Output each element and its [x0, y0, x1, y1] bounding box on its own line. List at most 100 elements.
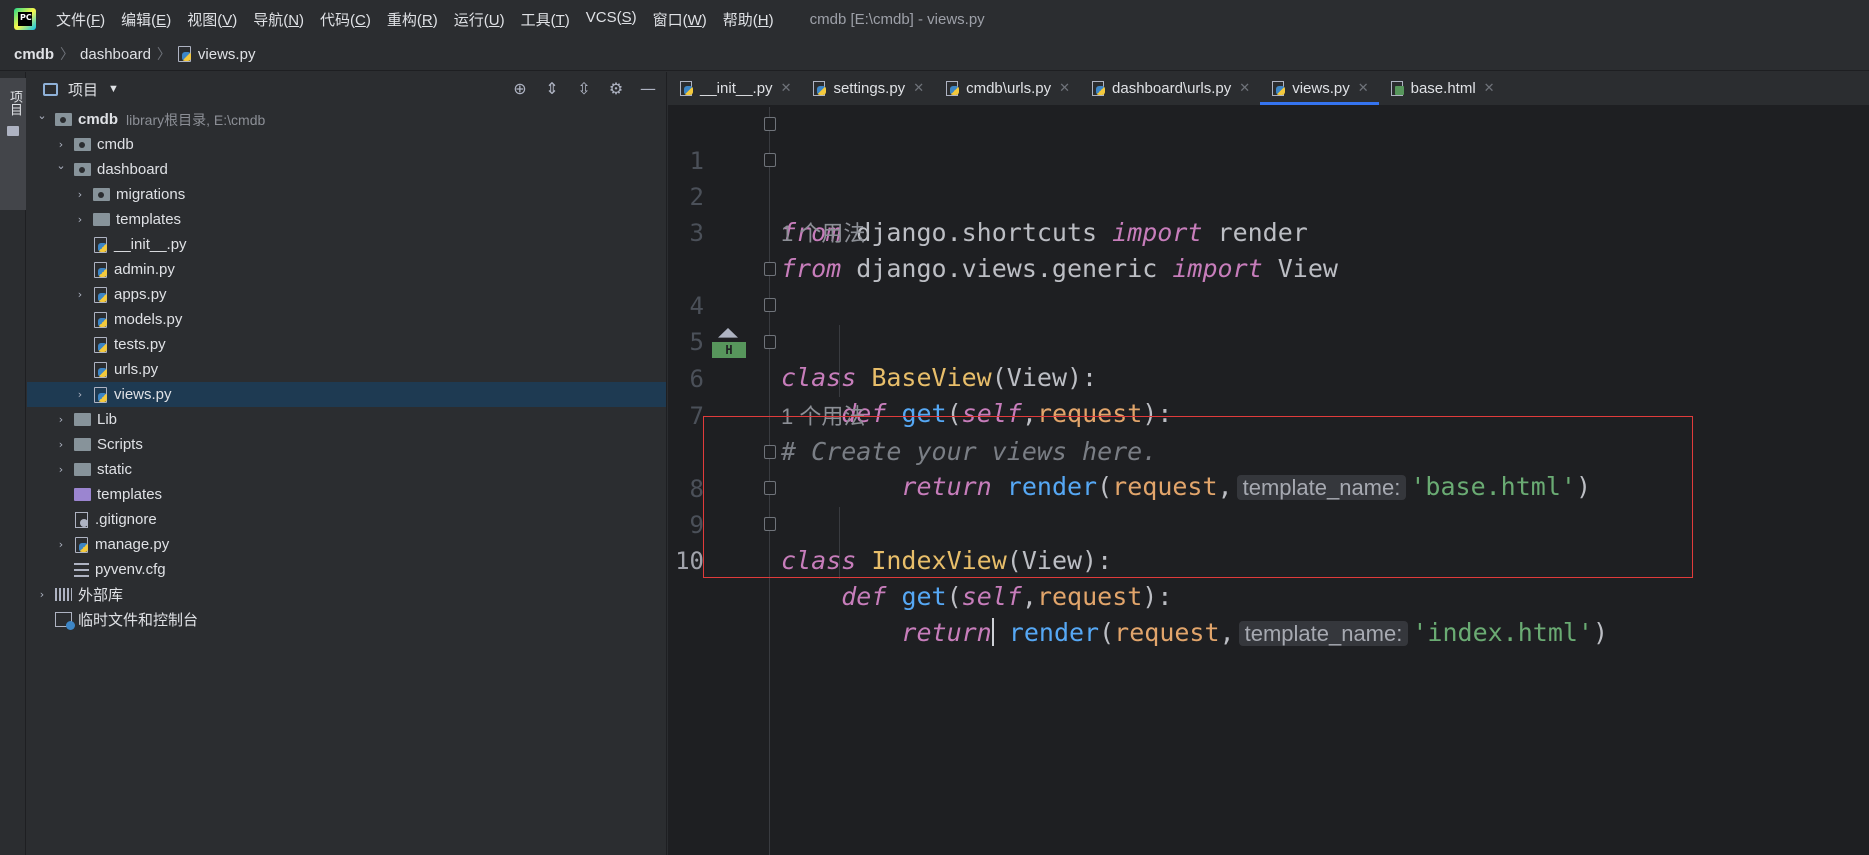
menu-item[interactable]: 工具(T) [521, 9, 570, 30]
project-tool-window-button[interactable]: 项目 [0, 78, 26, 210]
close-icon[interactable]: ✕ [1059, 81, 1070, 96]
usage-hint[interactable]: 1 个用法 [781, 399, 865, 435]
editor-tab[interactable]: settings.py ✕ [801, 72, 934, 105]
menu-item[interactable]: 编辑(E) [121, 9, 171, 30]
close-icon[interactable]: ✕ [781, 81, 792, 96]
code-line[interactable]: 2 from django.views.generic import View [668, 143, 1869, 283]
editor-tab[interactable]: __init__.py ✕ [668, 72, 801, 105]
tree-item[interactable]: ›urls.py [27, 357, 666, 382]
chevron-down-icon[interactable]: ▼ [108, 83, 119, 95]
editor-tab[interactable]: views.py ✕ [1260, 72, 1380, 105]
fold-icon[interactable] [764, 153, 776, 167]
fold-icon[interactable] [764, 335, 776, 349]
close-icon[interactable]: ✕ [1484, 81, 1495, 96]
tree-item[interactable]: ›templates [27, 207, 666, 232]
project-panel-title[interactable]: 项目 [68, 79, 98, 100]
menu-item[interactable]: 代码(C) [320, 9, 371, 30]
chevron-right-icon[interactable]: › [73, 213, 87, 226]
close-icon[interactable]: ✕ [913, 81, 924, 96]
tree-item[interactable]: › cmdb [27, 132, 666, 157]
tree-item-label: pyvenv.cfg [95, 561, 166, 578]
code-line[interactable]: 5 def get(self,request): [668, 288, 1869, 428]
tree-item[interactable]: ⌄ cmdb library根目录, E:\cmdb [27, 107, 666, 132]
parameter-inlay-hint: template_name: [1238, 621, 1409, 646]
tree-item-label: static [97, 461, 133, 478]
tree-item[interactable]: ⌄ dashboard [27, 157, 666, 182]
code-line[interactable]: 10 return render(request, template_name: '… [668, 507, 1869, 647]
tree-item[interactable]: ›pyvenv.cfg [27, 557, 666, 582]
tree-item[interactable]: › manage.py [27, 532, 666, 557]
chevron-right-icon[interactable]: › [54, 438, 68, 451]
chevron-right-icon[interactable]: › [54, 463, 68, 476]
menu-item[interactable]: 运行(U) [454, 9, 505, 30]
menu-item[interactable]: 导航(N) [253, 9, 304, 30]
chevron-right-icon[interactable]: › [54, 538, 68, 551]
chevron-right-icon[interactable]: › [54, 138, 68, 151]
usage-hint[interactable]: 1 个用法 [781, 216, 865, 252]
code-line[interactable]: 9 def get(self,request): [668, 471, 1869, 611]
pycharm-logo-icon[interactable]: PC [14, 8, 36, 30]
tree-item[interactable]: › Scripts [27, 432, 666, 457]
code-line[interactable]: 3 [668, 179, 1869, 247]
python-file-icon [93, 286, 108, 303]
tree-item[interactable]: ›models.py [27, 307, 666, 332]
tree-item[interactable]: ›__init__.py [27, 232, 666, 257]
chevron-down-icon[interactable]: ⌄ [35, 109, 49, 122]
editor-tab[interactable]: base.html ✕ [1379, 72, 1505, 105]
code-line[interactable]: 7 # Create your views here. [668, 362, 1869, 466]
tree-item[interactable]: ›.gitignore [27, 507, 666, 532]
tree-item-label: cmdb [78, 111, 119, 128]
tree-item[interactable]: › Lib [27, 407, 666, 432]
menu-item[interactable]: 重构(R) [387, 9, 438, 30]
breadcrumb-item-dashboard[interactable]: dashboard [80, 46, 151, 63]
close-icon[interactable]: ✕ [1239, 81, 1250, 96]
chevron-right-icon[interactable]: › [54, 413, 68, 426]
fold-icon[interactable] [764, 117, 776, 131]
fold-icon[interactable] [764, 445, 776, 459]
menu-item[interactable]: 文件(F) [56, 9, 105, 30]
editor-tab[interactable]: dashboard\urls.py ✕ [1080, 72, 1260, 105]
tree-item[interactable]: ›templates [27, 482, 666, 507]
editor-tab[interactable]: cmdb\urls.py ✕ [934, 72, 1080, 105]
tree-item-label: __init__.py [114, 236, 187, 253]
collapse-all-icon[interactable]: ⇳ [574, 79, 594, 99]
tree-item[interactable]: › static [27, 457, 666, 482]
tree-item[interactable]: ›admin.py [27, 257, 666, 282]
tree-item[interactable]: › 外部库 [27, 582, 666, 607]
fold-icon[interactable] [764, 262, 776, 276]
code-line[interactable]: 6 H return render(request, template_name:… [668, 325, 1869, 501]
module-folder-icon [74, 163, 91, 176]
chevron-right-icon[interactable]: › [73, 288, 87, 301]
fold-icon[interactable] [764, 481, 776, 495]
tree-item[interactable]: ›tests.py [27, 332, 666, 357]
gear-icon[interactable]: ⚙ [606, 79, 626, 99]
code-line[interactable]: 1 from django.shortcuts import render [668, 107, 1869, 247]
tree-item-label: admin.py [114, 261, 175, 278]
breadcrumb-item-project[interactable]: cmdb [14, 46, 54, 63]
tree-item[interactable]: ›临时文件和控制台 [27, 607, 666, 632]
navigate-to-template-icon[interactable]: H [712, 326, 746, 360]
tree-item[interactable]: › apps.py [27, 282, 666, 307]
code-line[interactable]: 8 class IndexView(View): [668, 435, 1869, 575]
chevron-right-icon[interactable]: › [73, 388, 87, 401]
hide-panel-icon[interactable]: — [638, 79, 658, 99]
chevron-right-icon[interactable]: › [35, 588, 49, 601]
locate-file-icon[interactable]: ⊕ [510, 79, 530, 99]
close-icon[interactable]: ✕ [1358, 81, 1369, 96]
chevron-down-icon[interactable]: ⌄ [54, 159, 68, 172]
menu-item[interactable]: 帮助(H) [723, 9, 774, 30]
code-line[interactable]: 4 class BaseView(View): [668, 252, 1869, 392]
tree-item[interactable]: › migrations [27, 182, 666, 207]
python-file-icon [93, 336, 108, 353]
tree-item-label: manage.py [95, 536, 170, 553]
menu-item[interactable]: VCS(S) [586, 9, 637, 30]
menu-item[interactable]: 视图(V) [187, 9, 237, 30]
fold-icon[interactable] [764, 517, 776, 531]
chevron-right-icon[interactable]: › [73, 188, 87, 201]
fold-icon[interactable] [764, 298, 776, 312]
code-area[interactable]: 1 from django.shortcuts import render 2 … [668, 107, 1869, 855]
breadcrumb-item-file[interactable]: views.py [198, 46, 256, 63]
tree-item[interactable]: › views.py [27, 382, 666, 407]
menu-item[interactable]: 窗口(W) [653, 9, 707, 30]
expand-all-icon[interactable]: ⇕ [542, 79, 562, 99]
